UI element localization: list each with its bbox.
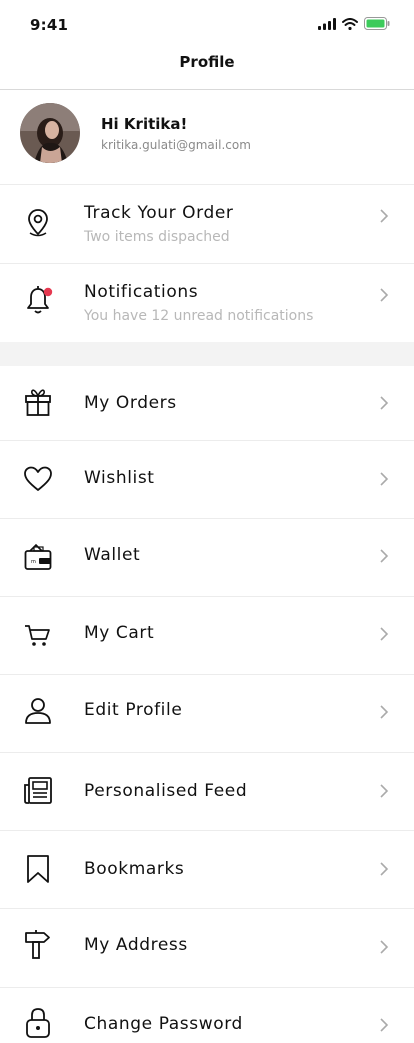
menu-item-notifications[interactable]: Notifications You have 12 unread notific… (0, 264, 414, 342)
menu-item-subtitle: You have 12 unread notifications (84, 308, 314, 324)
bell-icon (27, 286, 53, 314)
svg-text:m: m (31, 559, 36, 565)
battery-icon (364, 17, 390, 30)
chevron-right-icon (380, 1018, 389, 1032)
menu-item-subtitle: Two items dispached (84, 229, 230, 245)
lock-icon (26, 1008, 50, 1038)
menu-item-my-cart[interactable]: My Cart (0, 597, 414, 675)
chevron-right-icon (380, 288, 389, 302)
menu-item-label: My Address (84, 935, 188, 955)
profile-greeting: Hi Kritika! (101, 115, 188, 133)
chevron-right-icon (380, 396, 389, 410)
page-title: Profile (179, 53, 235, 71)
newspaper-icon (24, 777, 52, 804)
navigation-bar: Profile (0, 44, 414, 90)
status-bar: 9:41 (0, 0, 414, 44)
wallet-icon: m (24, 543, 52, 570)
chevron-right-icon (380, 627, 389, 641)
menu-item-label: Bookmarks (84, 859, 185, 879)
status-icons (318, 17, 390, 30)
menu-item-track-order[interactable]: Track Your Order Two items dispached (0, 185, 414, 264)
menu-item-label: Track Your Order (84, 203, 234, 223)
heart-icon (24, 466, 52, 491)
wifi-icon (342, 17, 358, 30)
menu-item-label: Change Password (84, 1014, 243, 1034)
profile-card[interactable]: Hi Kritika! kritika.gulati@gmail.com (0, 90, 414, 185)
chevron-right-icon (380, 472, 389, 486)
status-time: 9:41 (30, 16, 69, 34)
cart-icon (25, 625, 50, 646)
location-pin-icon (28, 209, 48, 237)
chevron-right-icon (380, 705, 389, 719)
chevron-right-icon (380, 862, 389, 876)
signal-icon (318, 17, 336, 30)
menu-item-label: Personalised Feed (84, 781, 248, 801)
chevron-right-icon (380, 940, 389, 954)
signpost-icon (25, 930, 50, 959)
gift-icon (25, 389, 51, 416)
menu-item-label: Edit Profile (84, 700, 183, 720)
menu-item-label: My Orders (84, 393, 177, 413)
menu-item-bookmarks[interactable]: Bookmarks (0, 831, 414, 909)
chevron-right-icon (380, 209, 389, 223)
chevron-right-icon (380, 784, 389, 798)
bookmark-icon (27, 855, 49, 883)
menu-item-label: Notifications (84, 282, 199, 302)
menu-item-wallet[interactable]: m Wallet (0, 519, 414, 597)
profile-email: kritika.gulati@gmail.com (101, 138, 251, 152)
menu-item-label: My Cart (84, 623, 155, 643)
chevron-right-icon (380, 549, 389, 563)
avatar[interactable] (20, 103, 80, 163)
menu-item-label: Wishlist (84, 468, 155, 488)
menu-item-my-address[interactable]: My Address (0, 909, 414, 988)
section-divider (0, 342, 414, 366)
user-icon (25, 698, 51, 724)
menu-item-edit-profile[interactable]: Edit Profile (0, 675, 414, 753)
menu-item-change-password[interactable]: Change Password (0, 988, 414, 1043)
menu-item-label: Wallet (84, 545, 141, 565)
menu-item-my-orders[interactable]: My Orders (0, 366, 414, 441)
menu-item-wishlist[interactable]: Wishlist (0, 441, 414, 519)
menu-item-personalised-feed[interactable]: Personalised Feed (0, 753, 414, 831)
